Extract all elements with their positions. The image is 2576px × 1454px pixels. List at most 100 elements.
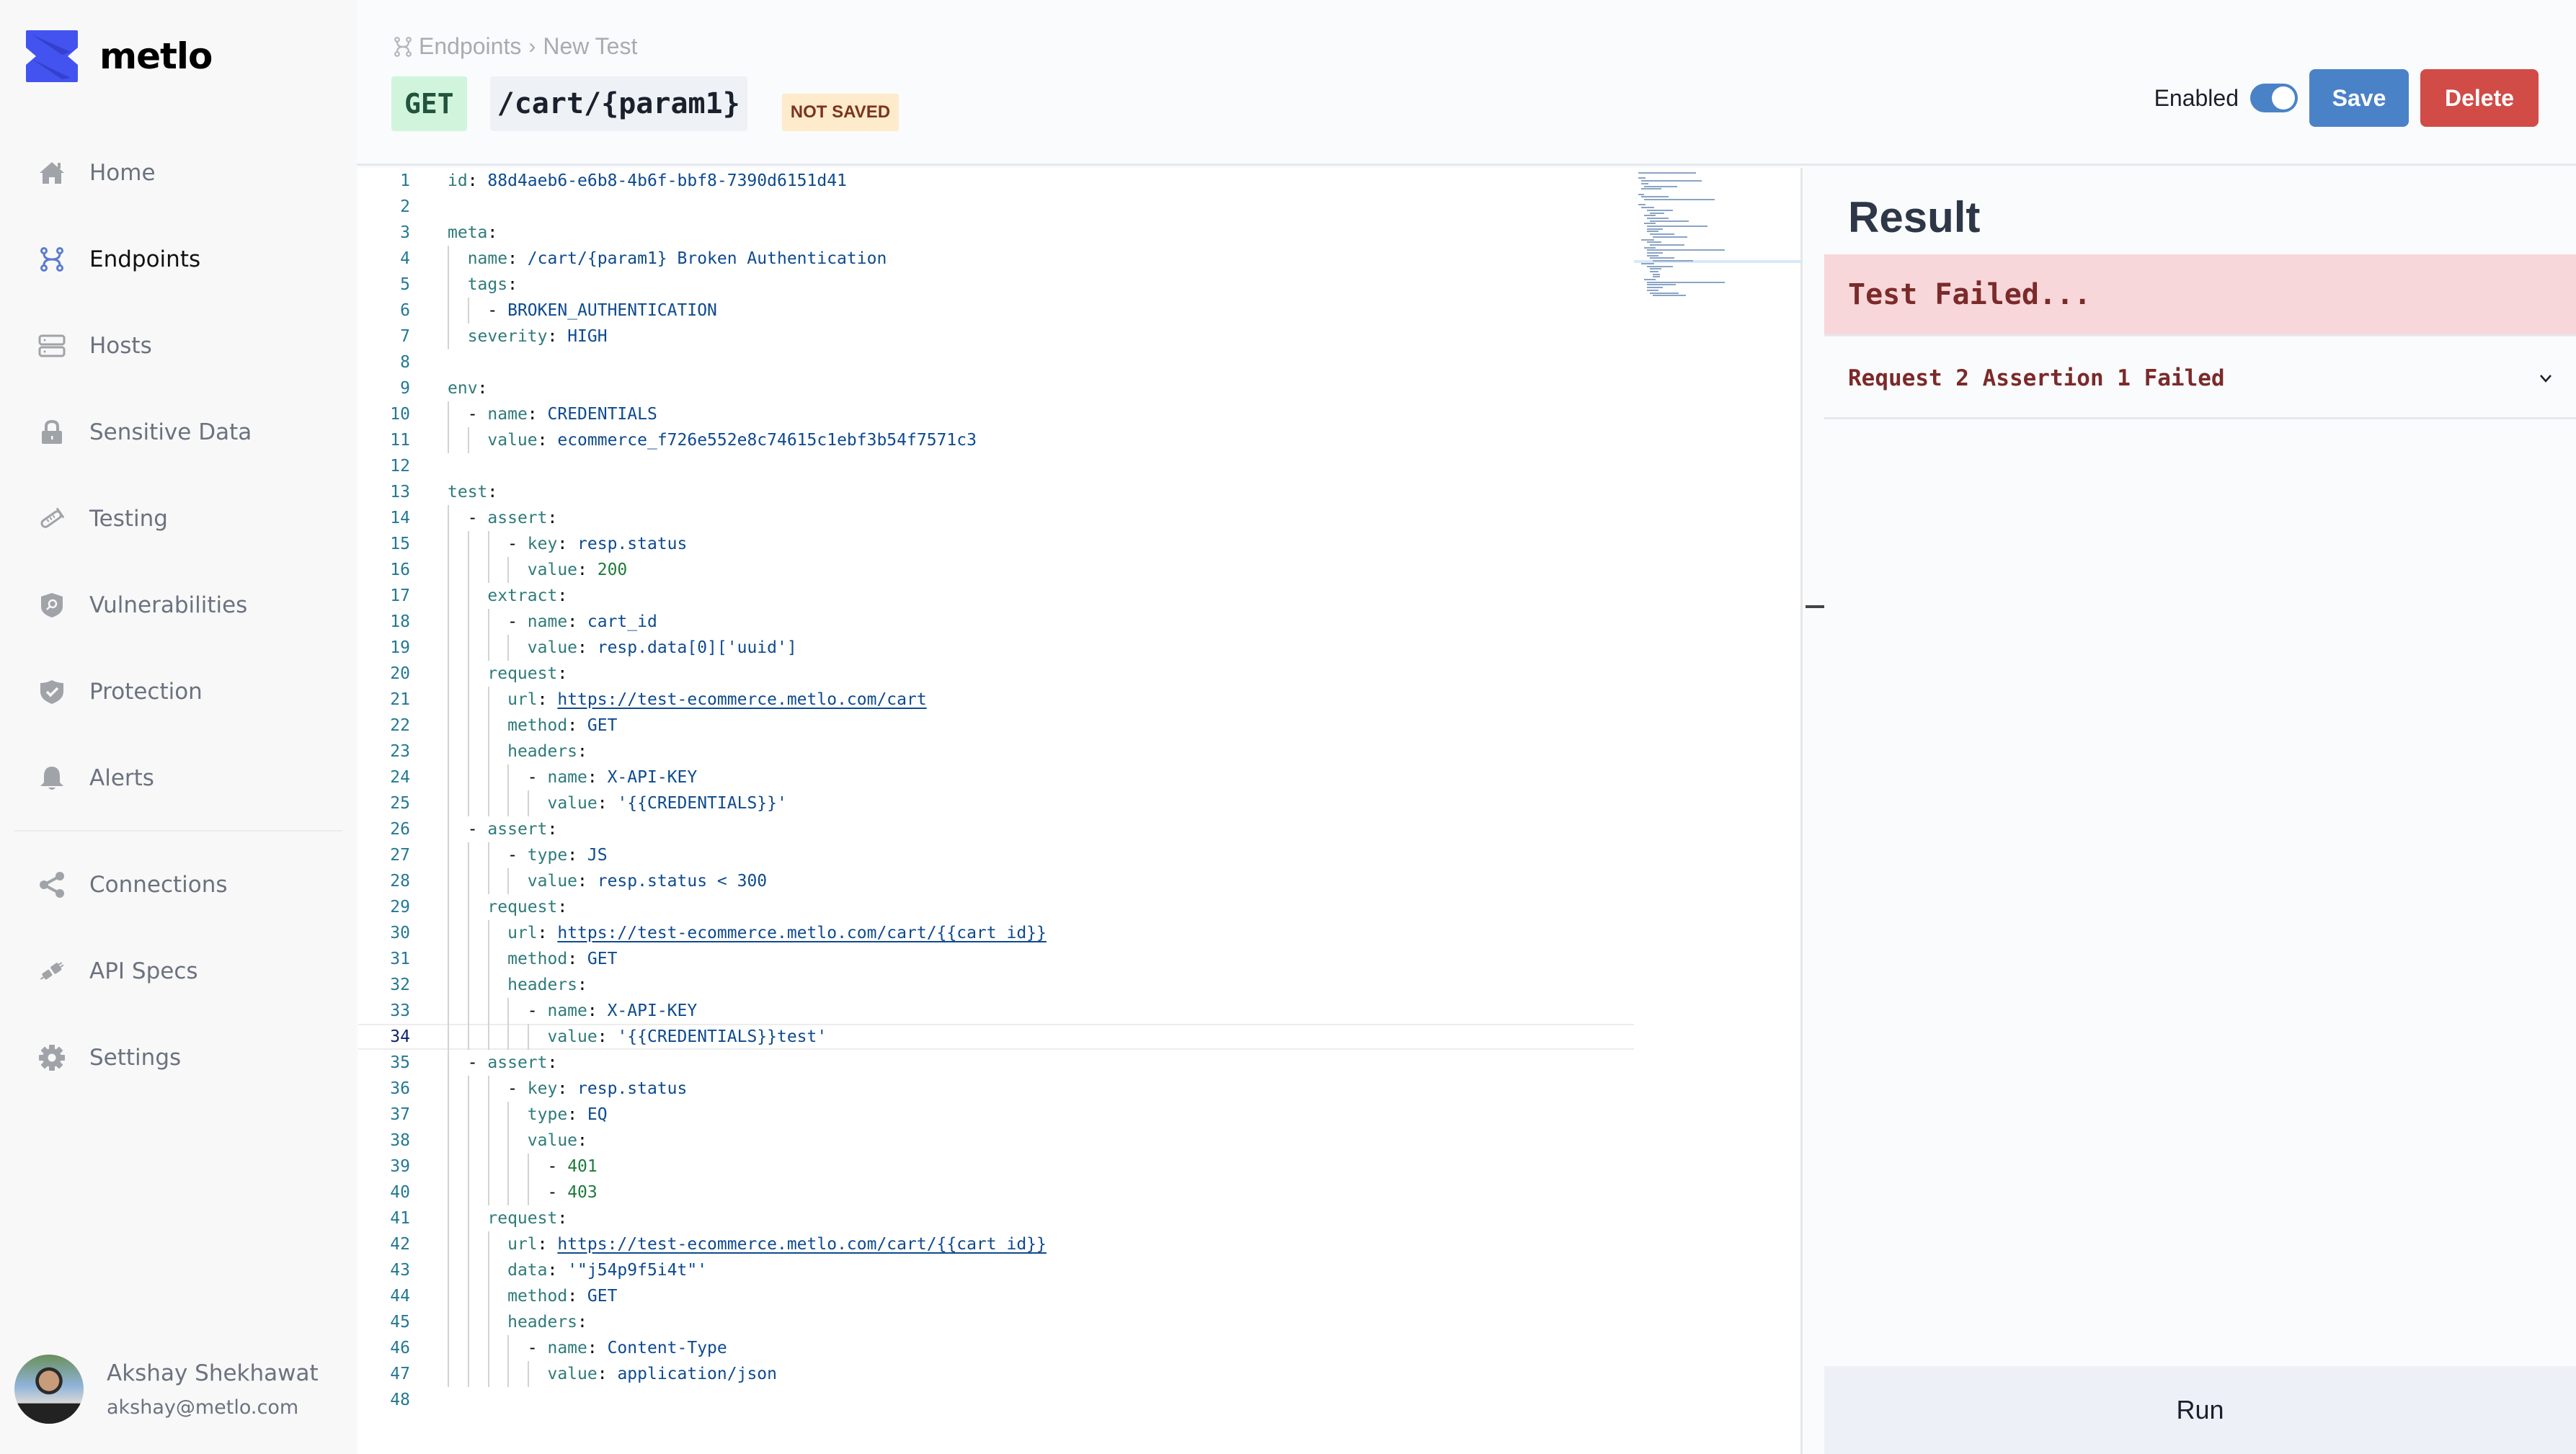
yaml-token: : [507,249,528,268]
yaml-token: : [547,327,568,346]
sidebar-item-home[interactable]: Home [0,130,357,216]
code-line[interactable]: 3 meta: [358,220,1634,246]
sidebar-item-vulnerabilities[interactable]: Vulnerabilities [0,562,357,648]
code-line[interactable]: 18 - name: cart_id [358,609,1634,635]
code-line[interactable]: 26 - assert: [358,816,1634,842]
code-line[interactable]: 46 - name: Content-Type [358,1335,1634,1361]
code-line[interactable]: 41 request: [358,1205,1634,1231]
panel-resize-handle[interactable] [1806,605,1826,608]
code-line[interactable]: 28 value: resp.status < 300 [358,868,1634,894]
indent-guide [487,842,489,868]
code-line[interactable]: 27 - type: JS [358,842,1634,868]
code-line[interactable]: 33 - name: X-API-KEY [358,998,1634,1024]
code-line[interactable]: 23 headers: [358,739,1634,764]
code-line[interactable]: 21 url: https://test-ecommerce.metlo.com… [358,687,1634,713]
indent-guide [487,1257,489,1283]
minimap[interactable] [1634,168,1803,305]
yaml-key: name [547,1339,587,1357]
code-line[interactable]: 17 extract: [358,583,1634,609]
code-line[interactable]: 31 method: GET [358,946,1634,972]
code-line[interactable]: 1 id: 88d4aeb6-e6b8-4b6f-bbf8-7390d6151d4… [358,168,1634,194]
sidebar-item-api-specs[interactable]: API Specs [0,928,357,1014]
sidebar-item-hosts[interactable]: Hosts [0,303,357,389]
code-line[interactable]: 36 - key: resp.status [358,1076,1634,1102]
code-line[interactable]: 9 env: [358,375,1634,401]
indent-guide [448,1283,449,1309]
code-line[interactable]: 44 method: GET [358,1283,1634,1309]
code-line[interactable]: 38 value: [358,1128,1634,1154]
code-text: - 403 [448,1179,597,1205]
sidebar-item-alerts[interactable]: Alerts [0,735,357,821]
url-link[interactable]: https://test-ecommerce.metlo.com/cart/{{… [557,924,1047,942]
code-line[interactable]: 29 request: [358,894,1634,920]
sidebar-item-testing[interactable]: Testing [0,476,357,562]
code-line[interactable]: 11 value: ecommerce_f726e552e8c74615c1eb… [358,427,1634,453]
indent-guide [467,972,469,998]
code-line[interactable]: 42 url: https://test-ecommerce.metlo.com… [358,1231,1634,1257]
url-link[interactable]: https://test-ecommerce.metlo.com/cart [557,690,926,709]
code-editor[interactable]: 1 id: 88d4aeb6-e6b8-4b6f-bbf8-7390d6151d4… [358,168,1803,1454]
code-line[interactable]: 43 data: '"j54p9f5i4t"' [358,1257,1634,1283]
code-line[interactable]: 20 request: [358,661,1634,687]
save-button[interactable]: Save [2309,69,2409,127]
enabled-toggle[interactable] [2250,84,2298,112]
code-line[interactable]: 34 value: '{{CREDENTIALS}}test' [358,1024,1634,1050]
code-line[interactable]: 35 - assert: [358,1050,1634,1076]
code-line[interactable]: 4 name: /cart/{param1} Broken Authentica… [358,246,1634,272]
code-line[interactable]: 19 value: resp.data[0]['uuid'] [358,635,1634,661]
run-button[interactable]: Run [1824,1366,2576,1454]
code-line[interactable]: 7 severity: HIGH [358,324,1634,349]
app-root: metlo Home Endpoints Hosts Sensitive Dat… [0,0,2576,1454]
minimap-line [1647,249,1725,251]
code-line[interactable]: 2 [358,194,1634,220]
breadcrumb-endpoints[interactable]: Endpoints [419,33,521,60]
user-profile[interactable]: Akshay Shekhawat akshay@metlo.com [14,1355,319,1424]
code-line[interactable]: 15 - key: resp.status [358,531,1634,557]
code-line[interactable]: 32 headers: [358,972,1634,998]
sidebar-item-protection[interactable]: Protection [0,648,357,735]
line-number: 18 [390,612,410,631]
code-line[interactable]: 39 - 401 [358,1154,1634,1179]
code-line[interactable]: 10 - name: CREDENTIALS [358,401,1634,427]
code-line[interactable]: 8 [358,349,1634,375]
yaml-token: : [547,509,558,527]
delete-button[interactable]: Delete [2420,69,2539,127]
sidebar-item-sensitive-data[interactable]: Sensitive Data [0,389,357,476]
url-link[interactable]: https://test-ecommerce.metlo.com/cart/{{… [557,1235,1047,1254]
line-number: 10 [390,405,410,424]
code-line[interactable]: 47 value: application/json [358,1361,1634,1387]
line-number: 47 [390,1365,410,1383]
code-line[interactable]: 12 [358,453,1634,479]
code-line[interactable]: 25 value: '{{CREDENTIALS}}' [358,790,1634,816]
code-line[interactable]: 5 tags: [358,272,1634,298]
code-lines[interactable]: 1 id: 88d4aeb6-e6b8-4b6f-bbf8-7390d6151d4… [358,168,1634,1413]
logo[interactable]: metlo [26,30,213,82]
code-line[interactable]: 16 value: 200 [358,557,1634,583]
line-number: 36 [390,1079,410,1098]
sidebar-item-connections[interactable]: Connections [0,842,357,928]
line-number: 5 [400,275,410,294]
code-line[interactable]: 40 - 403 [358,1179,1634,1205]
code-text: - BROKEN_AUTHENTICATION [448,298,717,324]
assertion-accordion[interactable]: Request 2 Assertion 1 Failed [1824,339,2576,419]
code-line[interactable]: 13 test: [358,479,1634,505]
endpoints-icon [37,245,66,274]
code-line[interactable]: 37 type: EQ [358,1102,1634,1128]
indent-guide [448,1309,449,1335]
yaml-token: : [577,561,598,579]
code-line[interactable]: 48 [358,1387,1634,1413]
sidebar-item-endpoints[interactable]: Endpoints [0,216,357,303]
code-line[interactable]: 6 - BROKEN_AUTHENTICATION [358,298,1634,324]
indent-guide [448,324,449,349]
code-line[interactable]: 24 - name: X-API-KEY [358,764,1634,790]
code-line[interactable]: 45 headers: [358,1309,1634,1335]
yaml-token: : [537,431,558,450]
yaml-token: - [467,1053,488,1072]
code-line[interactable]: 22 method: GET [358,713,1634,739]
code-line[interactable]: 14 - assert: [358,505,1634,531]
sidebar-item-settings[interactable]: Settings [0,1014,357,1101]
code-line[interactable]: 30 url: https://test-ecommerce.metlo.com… [358,920,1634,946]
